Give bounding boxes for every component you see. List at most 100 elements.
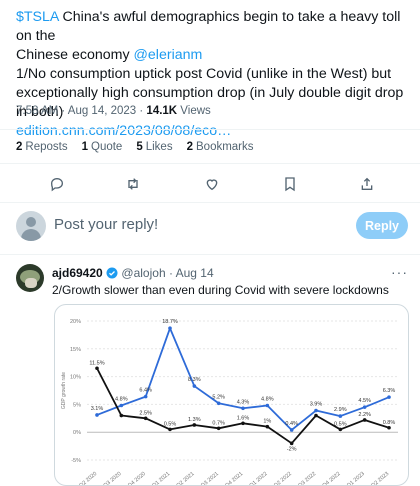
data-point bbox=[119, 413, 124, 418]
article-link[interactable]: edition.cnn.com/2023/08/08/eco… bbox=[16, 122, 412, 141]
data-label: 3.9% bbox=[310, 402, 323, 408]
data-point bbox=[265, 403, 270, 408]
x-tick-label: Q3 2022 bbox=[297, 471, 317, 485]
data-point bbox=[95, 366, 99, 371]
chart-image[interactable]: 20% 15% 10% 5% 0% -5% GDP growth rate Q2 2020 Q3… bbox=[54, 304, 409, 486]
data-label: 3.1% bbox=[91, 406, 104, 412]
engagement-stats: 2 Reposts 1 Quote 5 Likes 2 Bookmarks bbox=[16, 141, 254, 153]
data-label: 0.5% bbox=[164, 421, 177, 427]
data-label: 18.7% bbox=[162, 319, 178, 325]
x-tick-label: Q2 2022 bbox=[273, 471, 293, 485]
data-point bbox=[95, 413, 99, 417]
y-tick-label: -5% bbox=[71, 458, 81, 464]
data-point bbox=[265, 424, 270, 429]
data-label: 4.5% bbox=[358, 398, 371, 404]
data-point bbox=[168, 326, 172, 331]
likes-stat[interactable]: 5 Likes bbox=[136, 141, 172, 153]
data-label: 8.3% bbox=[188, 377, 201, 383]
x-tick-label: Q3 2021 bbox=[200, 471, 220, 485]
x-tick-label: Q2 2020 bbox=[78, 471, 98, 485]
gdp-growth-chart: 20% 15% 10% 5% 0% -5% GDP growth rate Q2 2020 Q3… bbox=[61, 319, 398, 485]
data-point bbox=[216, 401, 221, 406]
cashtag-link[interactable]: $TSLA bbox=[16, 9, 59, 25]
data-label: 6.4% bbox=[139, 388, 152, 394]
data-point bbox=[192, 423, 197, 427]
data-point bbox=[192, 384, 197, 388]
data-point bbox=[387, 425, 391, 430]
tweet-timestamp[interactable]: 7:58 AM · Aug 14, 2023 · bbox=[16, 105, 146, 117]
more-icon[interactable]: ··· bbox=[391, 264, 408, 280]
data-point bbox=[143, 394, 148, 399]
x-tick-label: Q3 2020 bbox=[103, 471, 123, 485]
data-point bbox=[314, 408, 318, 413]
reply-text: 2/Growth slower than even during Covid w… bbox=[52, 283, 389, 297]
data-label: 0.4% bbox=[285, 421, 298, 427]
like-icon[interactable] bbox=[199, 171, 225, 197]
bookmarks-stat[interactable]: 2 Bookmarks bbox=[187, 141, 254, 153]
x-tick-label: Q2 2023 bbox=[370, 471, 390, 485]
reply-input[interactable]: Post your reply! bbox=[54, 216, 158, 233]
data-label: 2.2% bbox=[358, 412, 371, 418]
tweet-text-line1: China's awful demographics begin to take… bbox=[16, 9, 401, 44]
verified-badge-icon bbox=[106, 267, 118, 279]
data-point bbox=[387, 395, 391, 399]
data-point bbox=[168, 427, 172, 432]
views-label: Views bbox=[177, 105, 211, 117]
y-axis-label: GDP growth rate bbox=[61, 372, 67, 409]
data-label: 2.9% bbox=[334, 407, 347, 413]
divider bbox=[0, 163, 420, 164]
divider bbox=[0, 202, 420, 203]
data-point bbox=[338, 427, 343, 432]
tweet-text-line2: Chinese economy bbox=[16, 47, 134, 63]
data-point bbox=[362, 405, 367, 409]
y-tick-label: 15% bbox=[70, 347, 81, 353]
tweet-text: $TSLA China's awful demographics begin t… bbox=[16, 8, 412, 141]
data-point bbox=[241, 406, 245, 411]
data-label: 6.3% bbox=[383, 388, 396, 394]
y-tick-label: 5% bbox=[73, 402, 81, 408]
tweet-text-line3: 1/No consumption uptick post Covid (unli… bbox=[16, 66, 392, 82]
data-point bbox=[119, 403, 124, 408]
data-point bbox=[289, 441, 294, 446]
x-tick-label: Q2 2021 bbox=[176, 471, 196, 485]
mention-link[interactable]: @elerianm bbox=[134, 47, 203, 63]
quotes-stat[interactable]: 1 Quote bbox=[82, 141, 123, 153]
data-label: 4.3% bbox=[237, 399, 250, 405]
data-point bbox=[314, 413, 318, 418]
data-label: 4.8% bbox=[115, 397, 128, 403]
data-label: 1.6% bbox=[237, 415, 250, 421]
reposts-stat[interactable]: 2 Reposts bbox=[16, 141, 68, 153]
divider bbox=[0, 254, 420, 255]
y-tick-label: 10% bbox=[70, 375, 81, 381]
divider bbox=[0, 129, 420, 130]
reply-button[interactable]: Reply bbox=[356, 212, 408, 239]
data-label: 1% bbox=[263, 419, 271, 425]
data-label: 0.5% bbox=[334, 421, 347, 427]
bookmark-icon[interactable] bbox=[277, 171, 303, 197]
avatar[interactable] bbox=[16, 264, 44, 292]
avatar bbox=[16, 211, 46, 241]
x-tick-label: Q4 2021 bbox=[224, 471, 244, 485]
views-count: 14.1K bbox=[146, 105, 178, 117]
data-label: 0.8% bbox=[383, 420, 396, 426]
data-label: -2% bbox=[287, 446, 297, 452]
share-icon[interactable] bbox=[354, 171, 380, 197]
x-tick-label: Q1 2021 bbox=[151, 471, 171, 485]
reply-composer: Post your reply! Reply bbox=[16, 208, 408, 244]
data-point bbox=[362, 418, 367, 422]
data-label: 1.3% bbox=[188, 417, 201, 423]
y-tick-label: 20% bbox=[70, 319, 81, 325]
data-point bbox=[216, 426, 221, 431]
reply-icon[interactable] bbox=[44, 171, 70, 197]
reply-handle-date[interactable]: @alojoh · Aug 14 bbox=[121, 266, 213, 280]
repost-icon[interactable] bbox=[120, 171, 146, 197]
data-point bbox=[241, 421, 245, 426]
data-point bbox=[338, 414, 343, 418]
reply-author-name[interactable]: ajd69420 bbox=[52, 266, 103, 280]
data-point bbox=[289, 428, 294, 432]
x-tick-label: Q4 2022 bbox=[322, 471, 342, 485]
x-tick-label: Q4 2020 bbox=[127, 471, 147, 485]
x-tick-label: Q1 2022 bbox=[249, 471, 269, 485]
data-label: 2.5% bbox=[139, 410, 152, 416]
data-label: 0.7% bbox=[212, 420, 225, 426]
